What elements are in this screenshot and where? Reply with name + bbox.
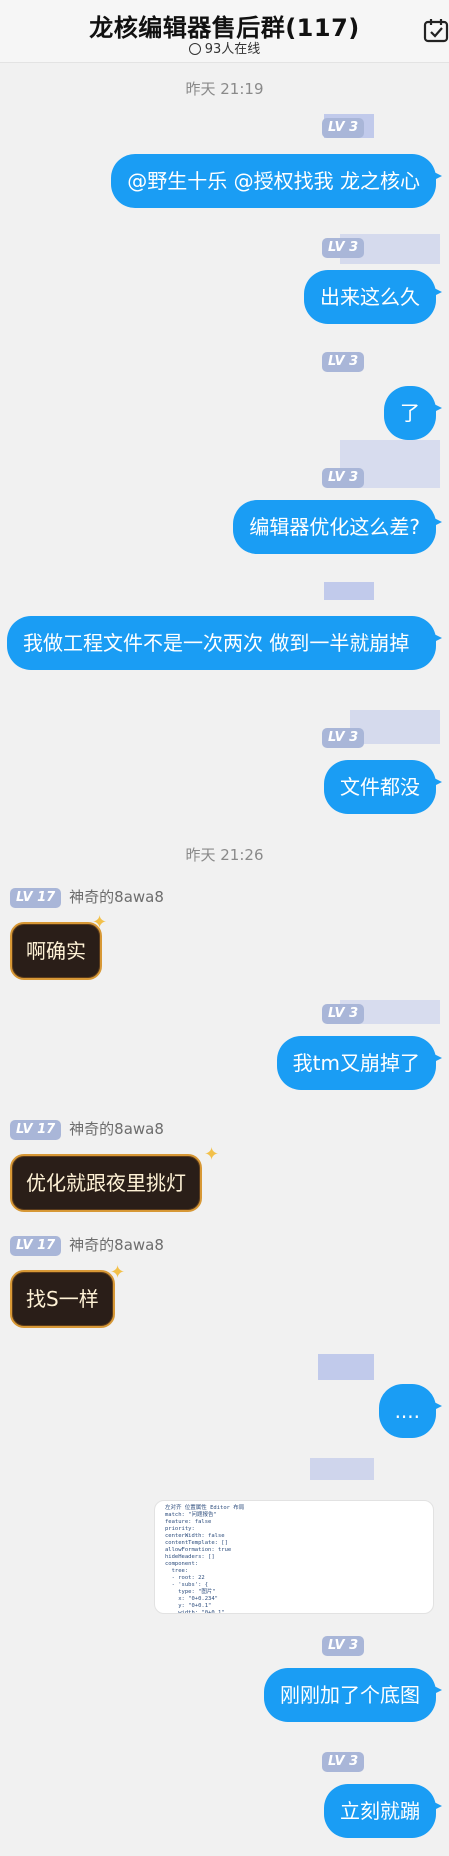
message-bubble[interactable]: 优化就跟夜里挑灯: [10, 1154, 202, 1212]
message-bubble[interactable]: 我做工程文件不是一次两次 做到一半就崩掉: [7, 616, 442, 670]
blurred-avatar: [310, 1458, 374, 1480]
message-bubble[interactable]: 刚刚加了个底图: [264, 1668, 442, 1722]
blurred-avatar: [318, 1354, 374, 1380]
level-badge: LV 17: [10, 1236, 62, 1256]
message-bubble[interactable]: 编辑器优化这么差?: [233, 500, 442, 554]
level-badge: LV 3: [322, 1004, 365, 1024]
level-badge: LV 3: [322, 352, 365, 372]
message-bubble[interactable]: 文件都没: [324, 760, 442, 814]
message-bubble[interactable]: 找S一样: [10, 1270, 115, 1328]
sparkle-icon: ✦: [110, 1262, 126, 1283]
online-text: 93人在线: [204, 42, 261, 57]
online-icon: [188, 43, 201, 55]
chat-header: 龙核编辑器售后群(117) 93人在线: [0, 0, 449, 63]
level-badge: LV 17: [10, 1120, 62, 1140]
message-bubble[interactable]: 我tm又崩掉了: [276, 1036, 443, 1090]
sender-name: 神奇的8awa8: [69, 888, 164, 906]
sender-name: 神奇的8awa8: [69, 1120, 164, 1138]
sender-row[interactable]: LV 17 神奇的8awa8: [10, 886, 164, 908]
timestamp: 昨天 21:26: [185, 846, 264, 864]
message-bubble[interactable]: 出来这么久: [304, 270, 442, 324]
message-bubble[interactable]: 啊确实: [10, 922, 102, 980]
sparkle-icon: ✦: [92, 912, 108, 933]
message-bubble[interactable]: 立刻就蹦: [324, 1784, 442, 1838]
sender-name: 神奇的8awa8: [69, 1236, 164, 1254]
message-bubble[interactable]: 了: [384, 386, 442, 440]
message-bubble[interactable]: ....: [378, 1384, 443, 1438]
blurred-avatar: [324, 582, 374, 600]
timestamp: 昨天 21:19: [185, 80, 264, 98]
level-badge: LV 3: [322, 1752, 365, 1772]
level-badge: LV 3: [322, 118, 365, 138]
message-bubble[interactable]: @野生十乐 @授权找我 龙之核心: [111, 154, 442, 208]
online-count[interactable]: 93人在线: [0, 38, 449, 57]
level-badge: LV 3: [322, 238, 365, 258]
sender-row[interactable]: LV 17 神奇的8awa8: [10, 1234, 164, 1256]
sparkle-icon: ✦: [204, 1144, 220, 1165]
image-code-text: 左对齐 位置属性 Editor 布局 match: "问题报告" feature…: [165, 1505, 245, 1614]
level-badge: LV 3: [322, 1636, 365, 1656]
level-badge: LV 17: [10, 888, 62, 908]
level-badge: LV 3: [322, 468, 365, 488]
level-badge: LV 3: [322, 728, 365, 748]
image-message[interactable]: 左对齐 位置属性 Editor 布局 match: "问题报告" feature…: [154, 1500, 434, 1614]
calendar-check-icon[interactable]: [422, 16, 449, 44]
sender-row[interactable]: LV 17 神奇的8awa8: [10, 1118, 164, 1140]
